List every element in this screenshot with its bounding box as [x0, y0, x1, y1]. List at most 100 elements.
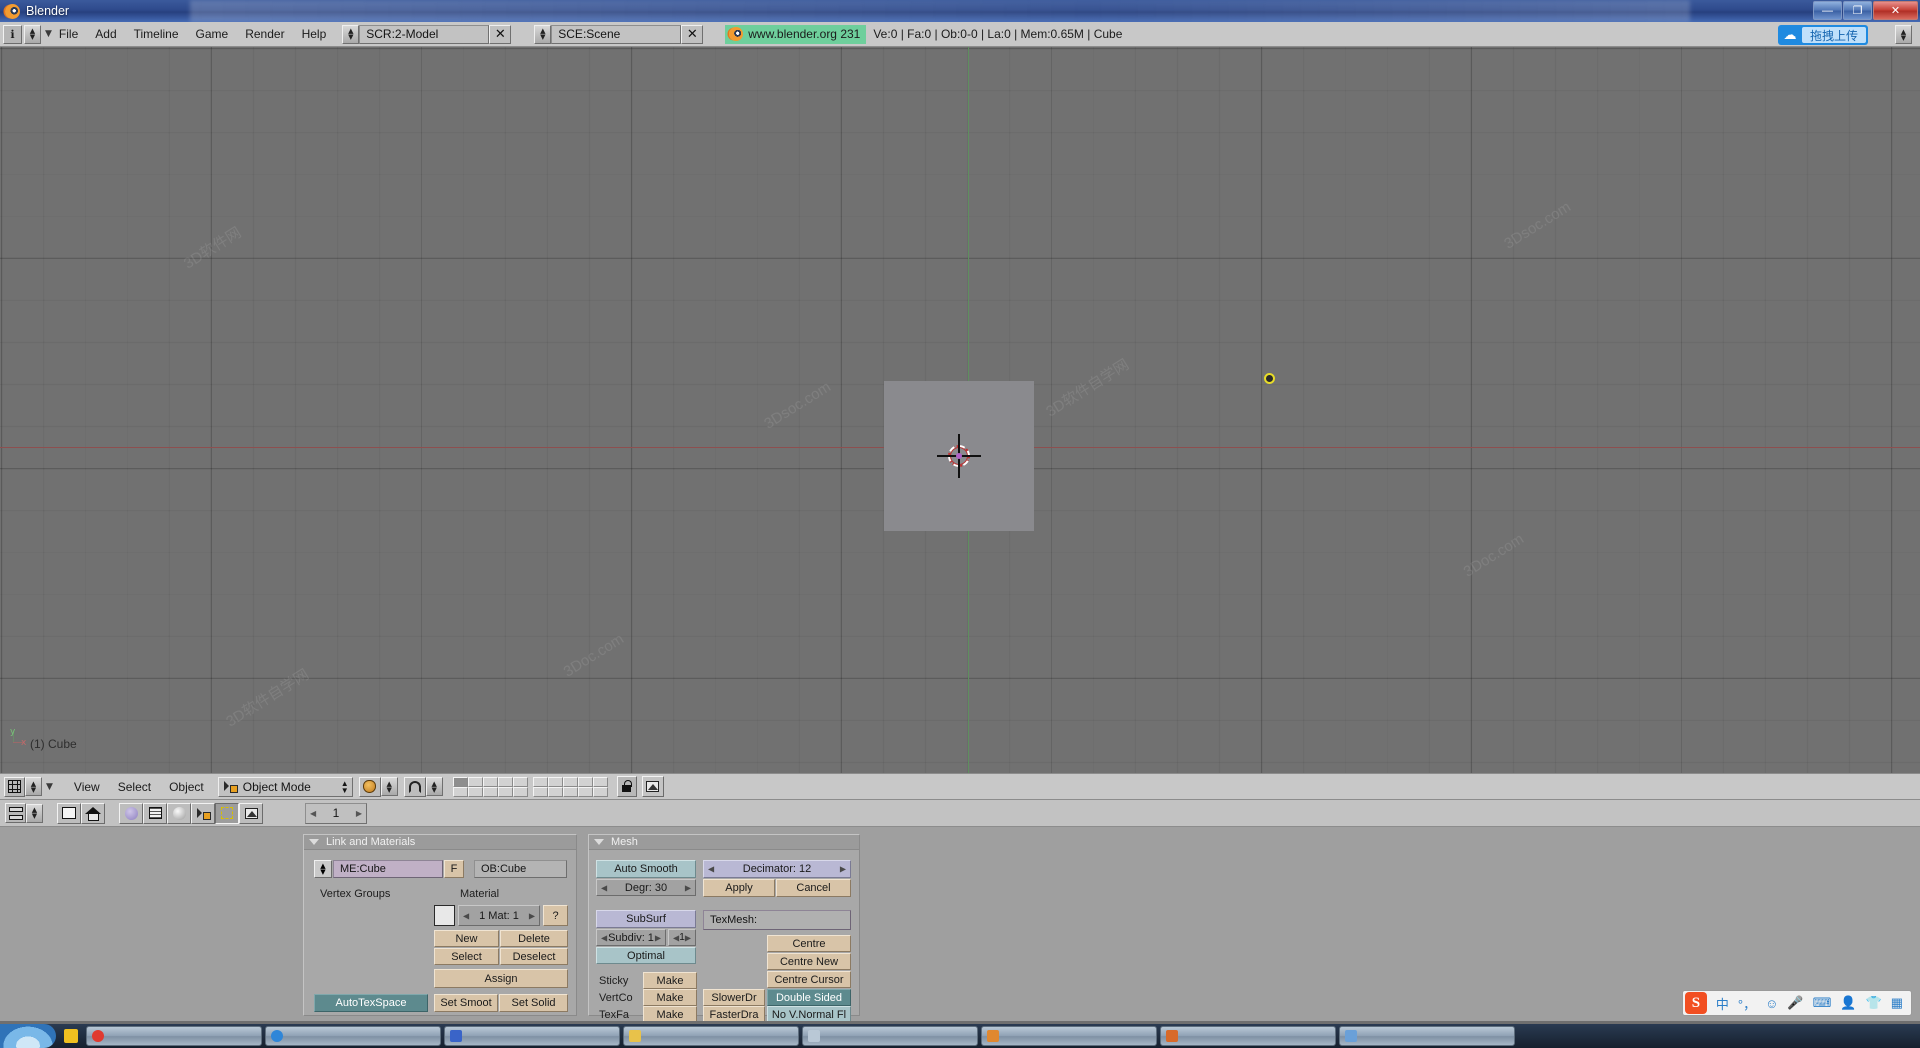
- menu-collapse-icon[interactable]: ▼: [45, 29, 52, 39]
- context-world-button[interactable]: [167, 803, 191, 824]
- panel-header-mesh[interactable]: Mesh: [589, 835, 859, 850]
- decimator-slider[interactable]: ◀ Decimator: 12 ▶: [703, 860, 851, 878]
- centre-button[interactable]: Centre: [767, 935, 851, 952]
- material-new-button[interactable]: New: [434, 930, 499, 947]
- viewport-menu-collapse-icon[interactable]: ▼: [46, 782, 53, 792]
- set-smooth-button[interactable]: Set Smoot: [434, 994, 498, 1012]
- menu-item-file[interactable]: File: [59, 27, 78, 41]
- screen-delete-button[interactable]: ✕: [489, 25, 511, 44]
- ime-user-icon[interactable]: 👤: [1840, 995, 1856, 1011]
- layer-button[interactable]: [593, 787, 608, 797]
- degr-prev-icon[interactable]: ◀: [601, 883, 607, 892]
- set-solid-button[interactable]: Set Solid: [499, 994, 568, 1012]
- context-texture-button[interactable]: [239, 803, 263, 824]
- editor-type-spinner[interactable]: ▲▼: [25, 777, 42, 796]
- layer-button[interactable]: [468, 787, 483, 797]
- layer-button[interactable]: [498, 787, 513, 797]
- material-color-swatch[interactable]: [434, 905, 455, 926]
- taskbar-item[interactable]: [86, 1026, 262, 1046]
- material-index-selector[interactable]: ◀ 1 Mat: 1 ▶: [458, 905, 540, 926]
- render-preview-button[interactable]: [642, 776, 664, 797]
- layer-button[interactable]: [578, 787, 593, 797]
- material-assign-button[interactable]: Assign: [434, 969, 568, 988]
- subdiv-next-icon[interactable]: ▶: [655, 933, 661, 942]
- snap-spinner[interactable]: ▲▼: [426, 777, 443, 796]
- layer-button[interactable]: [533, 777, 548, 787]
- layer-button[interactable]: [468, 777, 483, 787]
- subdiv-render-slider[interactable]: ◀ 1 ▶: [668, 929, 696, 946]
- layer-button[interactable]: [563, 777, 578, 787]
- layer-button[interactable]: [563, 787, 578, 797]
- subdiv-prev-icon[interactable]: ◀: [601, 933, 607, 942]
- start-button[interactable]: [0, 1024, 56, 1048]
- texmesh-field[interactable]: TexMesh:: [703, 910, 851, 930]
- ime-keyboard-icon[interactable]: ⌨: [1813, 995, 1832, 1011]
- subdiv-render-next-icon[interactable]: ▶: [685, 933, 691, 942]
- material-delete-button[interactable]: Delete: [500, 930, 568, 947]
- centre-new-button[interactable]: Centre New: [767, 953, 851, 970]
- menu-item-game[interactable]: Game: [196, 27, 229, 41]
- subdiv-levels-slider[interactable]: ◀ Subdiv: 1 ▶: [596, 929, 666, 946]
- autotexspace-button[interactable]: AutoTexSpace: [314, 994, 428, 1012]
- frame-next-icon[interactable]: ▶: [356, 809, 362, 818]
- close-button[interactable]: ✕: [1873, 1, 1918, 20]
- current-frame-field[interactable]: ◀ 1 ▶: [305, 803, 367, 824]
- layer-button[interactable]: [548, 777, 563, 787]
- layer-button[interactable]: [483, 777, 498, 787]
- layer-button[interactable]: [593, 777, 608, 787]
- taskbar-item[interactable]: [265, 1026, 441, 1046]
- context-physics-button[interactable]: [191, 803, 215, 824]
- ime-punctuation-icon[interactable]: °，: [1738, 994, 1756, 1013]
- buttons-editor-type-icon[interactable]: [5, 803, 26, 823]
- frame-prev-icon[interactable]: ◀: [310, 809, 316, 818]
- panel-view-button[interactable]: [57, 803, 81, 824]
- home-view-button[interactable]: [81, 803, 105, 824]
- context-scene-button[interactable]: [143, 803, 167, 824]
- context-object-button[interactable]: [215, 803, 239, 824]
- material-deselect-button[interactable]: Deselect: [500, 948, 568, 965]
- centre-cursor-button[interactable]: Centre Cursor: [767, 971, 851, 988]
- decimator-next-icon[interactable]: ▶: [840, 865, 846, 874]
- drag-upload-button[interactable]: ☁ 拖拽上传: [1778, 25, 1868, 45]
- viewport-shading-spinner[interactable]: ▲▼: [381, 777, 398, 796]
- menu-item-render[interactable]: Render: [245, 27, 284, 41]
- maximize-button[interactable]: ❐: [1843, 1, 1872, 20]
- taskbar-item[interactable]: [1160, 1026, 1336, 1046]
- layer-button[interactable]: [578, 777, 593, 787]
- subsurf-button[interactable]: SubSurf: [596, 910, 696, 928]
- ime-voice-icon[interactable]: 🎤: [1787, 995, 1803, 1011]
- object-name-field[interactable]: OB:Cube: [474, 860, 567, 878]
- double-sided-button[interactable]: Double Sided: [767, 989, 851, 1006]
- ime-skin-icon[interactable]: 👕: [1866, 995, 1882, 1011]
- auto-smooth-button[interactable]: Auto Smooth: [596, 860, 696, 878]
- panel-collapse-icon[interactable]: [594, 839, 604, 845]
- window-type-icon[interactable]: ℹ: [3, 25, 22, 44]
- auto-smooth-degr-slider[interactable]: ◀ Degr: 30 ▶: [596, 879, 696, 896]
- viewport-menu-select[interactable]: Select: [118, 780, 151, 794]
- texfa-make-button[interactable]: Make: [643, 1006, 697, 1021]
- degr-next-icon[interactable]: ▶: [685, 883, 691, 892]
- menu-item-add[interactable]: Add: [95, 27, 116, 41]
- sticky-make-button[interactable]: Make: [643, 972, 697, 989]
- taskbar-item[interactable]: [444, 1026, 620, 1046]
- no-vnormal-flip-button[interactable]: No V.Normal Fl: [767, 1006, 851, 1021]
- vertco-make-button[interactable]: Make: [643, 989, 697, 1006]
- minimize-button[interactable]: —: [1813, 1, 1842, 20]
- ime-language-icon[interactable]: 中: [1716, 994, 1729, 1013]
- decimator-apply-button[interactable]: Apply: [703, 879, 775, 897]
- taskbar-item[interactable]: [623, 1026, 799, 1046]
- mat-next-icon[interactable]: ▶: [529, 911, 535, 920]
- lock-layers-button[interactable]: [617, 776, 637, 797]
- decimator-cancel-button[interactable]: Cancel: [776, 879, 851, 897]
- lamp-object[interactable]: [1264, 373, 1275, 384]
- screen-name-field[interactable]: SCR:2-Model: [359, 25, 489, 44]
- panel-header-link-and-materials[interactable]: Link and Materials: [304, 835, 576, 850]
- layer-button[interactable]: [483, 787, 498, 797]
- subdiv-render-prev-icon[interactable]: ◀: [673, 933, 679, 942]
- layer-button[interactable]: [453, 777, 468, 787]
- decimator-prev-icon[interactable]: ◀: [708, 865, 714, 874]
- scene-name-field[interactable]: SCE:Scene: [551, 25, 681, 44]
- mesh-browse-spinner[interactable]: ▲▼: [314, 860, 332, 878]
- viewport-shading-button[interactable]: [359, 777, 381, 797]
- layer-button[interactable]: [498, 777, 513, 787]
